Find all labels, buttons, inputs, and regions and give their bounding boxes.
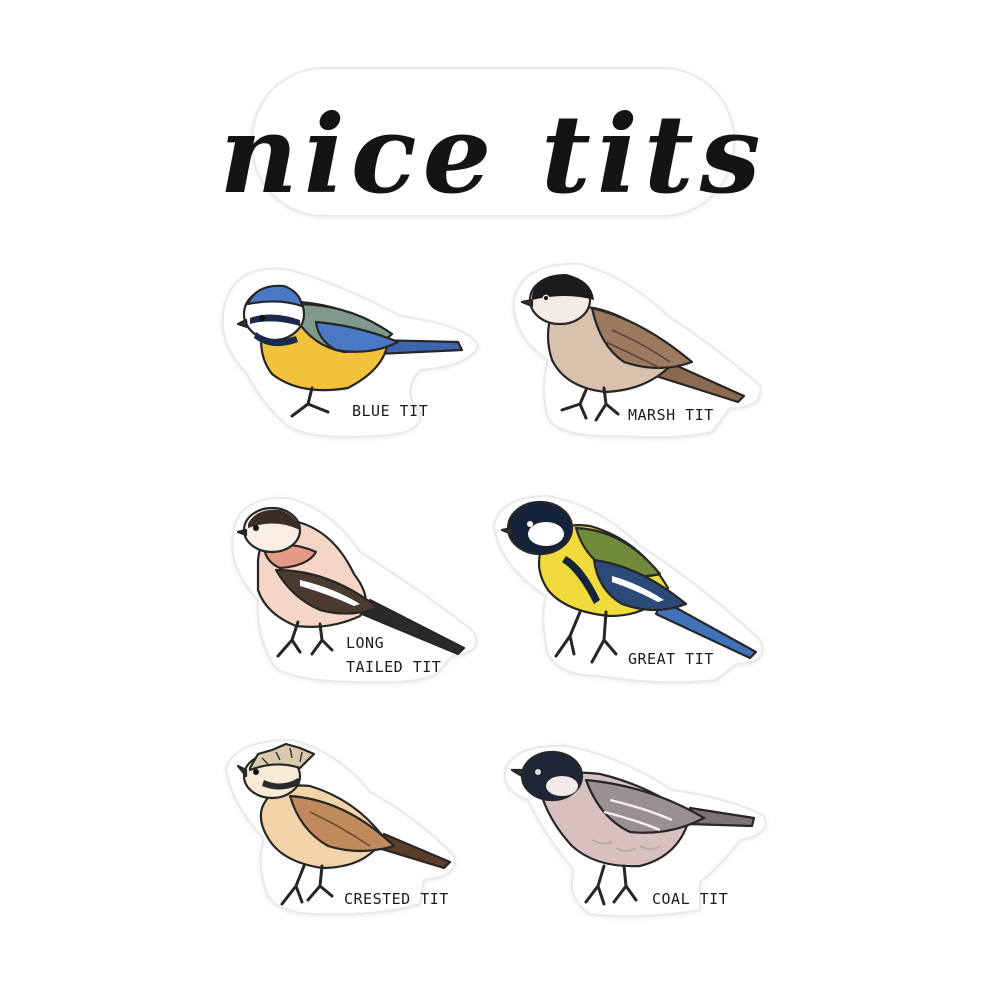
long-tailed-tit-sticker: LONG TAILED TIT [231, 496, 477, 684]
sticker-sheet: nice tits BLUE TIT MARSH TIT LONG TAILED… [0, 0, 1000, 1000]
blue-tit-label: BLUE TIT [352, 402, 428, 420]
blue-tit-sticker: BLUE TIT [221, 267, 480, 438]
crested-tit-label: CRESTED TIT [344, 890, 449, 908]
coal-tit-label: COAL TIT [652, 890, 728, 908]
marsh-tit-label: MARSH TIT [628, 406, 714, 424]
sticker-artwork: nice tits BLUE TIT MARSH TIT LONG TAILED… [219, 67, 767, 918]
crested-tit-sticker: CRESTED TIT [224, 738, 456, 916]
great-tit-label: GREAT TIT [628, 650, 714, 668]
page-title: nice tits [219, 92, 766, 218]
marsh-tit-sticker: MARSH TIT [512, 262, 762, 439]
title-sticker: nice tits [219, 67, 766, 218]
great-tit-sticker: GREAT TIT [492, 494, 764, 684]
coal-tit-sticker: COAL TIT [504, 744, 767, 918]
